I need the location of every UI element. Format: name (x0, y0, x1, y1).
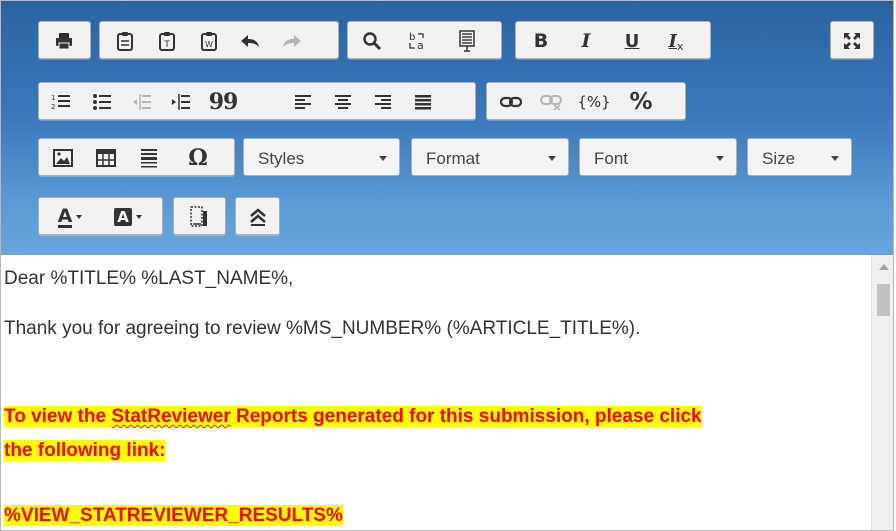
scroll-up-arrow-icon[interactable] (879, 264, 889, 270)
print-group (38, 21, 91, 59)
percent-button[interactable]: % (627, 89, 655, 115)
font-label: Font (594, 149, 629, 168)
table-icon[interactable] (92, 145, 120, 171)
styles-dropdown[interactable]: Styles (243, 138, 400, 176)
svg-text:2: 2 (51, 103, 55, 111)
numbered-list-icon[interactable]: 12 (47, 89, 75, 115)
editing-group: ba (347, 21, 502, 59)
format-label: Format (426, 149, 480, 168)
unlink-icon[interactable] (537, 89, 565, 115)
text-color-chevron-down-icon (76, 215, 83, 219)
font-chevron-down-icon (716, 156, 724, 161)
align-center-icon[interactable] (329, 89, 357, 115)
paste-text-icon[interactable]: T (153, 28, 181, 54)
styles-label: Styles (258, 149, 305, 168)
remove-format-subscript: x (676, 39, 684, 53)
following-link-text: the following link: (4, 440, 166, 461)
horizontal-line-icon[interactable] (135, 145, 163, 171)
size-dropdown[interactable]: Size (747, 138, 852, 176)
blockquote-button[interactable]: 99 (209, 89, 239, 115)
bg-color-chevron-down-icon (135, 215, 142, 219)
format-chevron-down-icon (548, 156, 556, 161)
undo-icon[interactable] (236, 28, 264, 54)
collapse-group (235, 197, 280, 235)
bg-color-button[interactable]: A (105, 204, 151, 230)
remove-format-icon: I (668, 30, 677, 52)
following-link-line: the following link: (4, 439, 166, 462)
links-group: {%} % (486, 82, 686, 120)
svg-text:T: T (163, 40, 170, 50)
insert-group: Ω (38, 138, 235, 176)
bold-button[interactable]: B (527, 28, 555, 54)
font-dropdown[interactable]: Font (579, 138, 737, 176)
remove-format-button[interactable]: Ix (662, 28, 690, 54)
editor-toolbar: T W ba B I U I x 1 2 99 {%} % Ω Styles F… (1, 1, 893, 255)
results-placeholder-text: %VIEW_STATREVIEWER_RESULTS% (4, 505, 343, 526)
underline-button[interactable]: U (618, 28, 646, 54)
indent-icon[interactable] (167, 89, 195, 115)
statreviewer-word: StatReviewer (111, 406, 231, 427)
vertical-scrollbar[interactable] (871, 255, 893, 530)
placeholder-button[interactable]: {%} (577, 89, 610, 115)
justify-icon[interactable] (409, 89, 437, 115)
align-right-icon[interactable] (369, 89, 397, 115)
statreviewer-instruction: To view the StatReviewer Reports generat… (4, 405, 702, 428)
print-icon[interactable] (50, 28, 78, 54)
bg-color-icon: A (114, 208, 132, 226)
scrollbar-thumb[interactable] (877, 284, 890, 316)
format-dropdown[interactable]: Format (411, 138, 569, 176)
text-color-button[interactable]: A (47, 204, 93, 230)
editor-content-area[interactable]: Dear %TITLE% %LAST_NAME%, Thank you for … (1, 255, 871, 530)
replace-icon[interactable]: ba (404, 28, 432, 54)
redo-icon[interactable] (278, 28, 306, 54)
maximize-group (830, 21, 874, 59)
special-char-button[interactable]: Ω (184, 145, 212, 171)
find-icon[interactable] (358, 28, 386, 54)
greeting-line: Dear %TITLE% %LAST_NAME%, (4, 268, 294, 289)
svg-text:1: 1 (51, 94, 55, 102)
size-chevron-down-icon (831, 156, 839, 161)
outdent-icon[interactable] (128, 89, 156, 115)
link-icon[interactable] (497, 89, 525, 115)
rich-text-editor: T W ba B I U I x 1 2 99 {%} % Ω Styles F… (0, 0, 894, 531)
bulleted-list-icon[interactable] (88, 89, 116, 115)
colors-group: A A (38, 197, 163, 235)
collapse-toolbar-icon[interactable] (244, 204, 272, 230)
maximize-icon[interactable] (838, 28, 866, 54)
styles-chevron-down-icon (379, 156, 387, 161)
show-blocks-icon[interactable] (185, 204, 213, 230)
image-icon[interactable] (49, 145, 77, 171)
tools-group (173, 197, 226, 235)
svg-text:a: a (417, 39, 424, 52)
size-label: Size (762, 149, 796, 168)
paragraph-group: 12 99 (38, 82, 476, 120)
paste-icon[interactable] (111, 28, 139, 54)
instruction-post: Reports generated for this submission, p… (230, 406, 702, 427)
text-color-icon: A (57, 204, 73, 228)
align-left-icon[interactable] (289, 89, 317, 115)
instruction-pre: To view the (4, 406, 112, 427)
basicstyles-group: B I U Ix (515, 21, 711, 59)
italic-button[interactable]: I (572, 28, 600, 54)
clipboard-group: T W (99, 21, 339, 59)
select-all-icon[interactable] (453, 28, 481, 54)
paste-word-icon[interactable]: W (195, 28, 223, 54)
svg-text:b: b (409, 32, 415, 43)
results-placeholder-line: %VIEW_STATREVIEWER_RESULTS% (4, 504, 343, 527)
svg-text:W: W (205, 40, 213, 49)
thanks-line: Thank you for agreeing to review %MS_NUM… (4, 318, 641, 339)
